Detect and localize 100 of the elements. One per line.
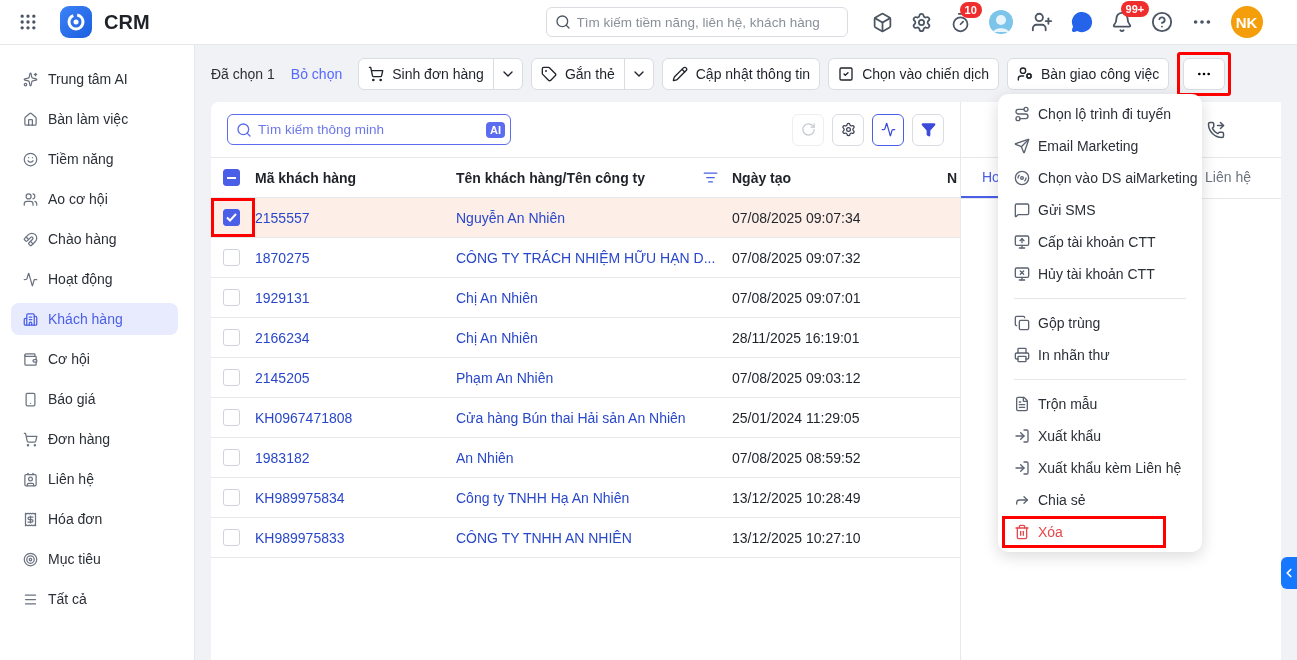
action-button[interactable]: Sinh đơn hàng — [358, 58, 523, 90]
row-checkbox[interactable] — [223, 209, 240, 226]
action-button[interactable]: Bàn giao công việc — [1007, 58, 1170, 90]
settings-button[interactable] — [832, 113, 864, 146]
magnet-icon — [23, 231, 38, 247]
customer-name-link[interactable]: Cửa hàng Bún thai Hải sản An Nhiên — [456, 409, 686, 426]
customer-name-link[interactable]: Phạm An Nhiên — [456, 369, 554, 386]
action-button[interactable]: Cập nhật thông tin — [661, 58, 821, 90]
customer-code-link[interactable]: 2145205 — [255, 369, 310, 386]
printer-icon — [1014, 347, 1030, 363]
filter-button[interactable] — [912, 113, 944, 146]
sidebar-item[interactable]: Tiềm năng — [11, 143, 178, 175]
sidebar-item[interactable]: Liên hệ — [11, 463, 178, 495]
menu-item[interactable]: Gửi SMS — [998, 194, 1202, 226]
chat-icon[interactable] — [1070, 11, 1093, 33]
menu-item[interactable]: Chia sẻ — [998, 484, 1202, 516]
sidebar-item[interactable]: Báo giá — [11, 383, 178, 415]
customer-name-link[interactable]: An Nhiên — [456, 449, 514, 466]
customer-code-link[interactable]: 2155557 — [255, 209, 310, 226]
notification-badge: 99+ — [1120, 1, 1150, 17]
table-row[interactable]: 2155557 Nguyễn An Nhiên 07/08/2025 09:07:34 — [211, 198, 960, 238]
action-button[interactable]: Gắn thẻ — [530, 58, 654, 90]
menu-item[interactable]: Xuất khẩu kèm Liên hệ — [998, 452, 1202, 484]
menu-item[interactable]: Gộp trùng — [998, 307, 1202, 339]
menu-item[interactable]: Chọn lộ trình đi tuyến — [998, 98, 1202, 130]
route-icon — [1014, 106, 1030, 122]
refresh-icon — [800, 122, 816, 137]
pulse-icon — [23, 271, 38, 287]
trash-icon — [1014, 524, 1030, 540]
created-date: 07/08/2025 09:07:01 — [732, 289, 861, 306]
customer-name-link[interactable]: CÔNG TY TRÁCH NHIỆM HỮU HẠN D... — [456, 249, 716, 266]
chat-icon — [1014, 202, 1030, 218]
selected-count: Đã chọn 1 — [211, 66, 275, 82]
menu-item[interactable]: Email Marketing — [998, 130, 1202, 162]
collapse-panel-button[interactable] — [1281, 557, 1297, 589]
menu-item[interactable]: Xuất khẩu — [998, 420, 1202, 452]
phone-forward-icon[interactable] — [1207, 120, 1225, 139]
customer-code-link[interactable]: 1929131 — [255, 289, 310, 306]
search-field[interactable]: Tìm kiếm tiềm năng, liên hệ, khách hàng — [545, 7, 848, 37]
import-icon — [1014, 428, 1030, 444]
created-date: 07/08/2025 09:07:32 — [732, 249, 861, 266]
customer-code-link[interactable]: 2166234 — [255, 329, 310, 346]
cart-icon — [368, 66, 385, 82]
customer-code-link[interactable]: KH989975834 — [255, 489, 345, 506]
settings-icon[interactable] — [910, 11, 932, 33]
menu-item[interactable]: Trộn mẫu — [998, 388, 1202, 420]
search-icon — [236, 121, 252, 138]
created-date: 07/08/2025 09:03:12 — [732, 369, 861, 386]
clear-selection-link[interactable]: Bỏ chọn — [290, 66, 343, 82]
home-icon — [23, 111, 38, 127]
sidebar-item[interactable]: Hoạt động — [11, 263, 178, 295]
activity-button[interactable] — [872, 113, 904, 146]
menu-item[interactable]: Chọn vào DS aiMarketing — [998, 162, 1202, 194]
help-icon[interactable] — [1150, 11, 1173, 33]
sidebar-item[interactable]: Đơn hàng — [11, 423, 178, 455]
paper-plane-icon — [1014, 138, 1030, 154]
customer-name-link[interactable]: CÔNG TY TNHH AN NHIÊN — [456, 529, 632, 546]
sidebar-item[interactable]: Khách hàng — [11, 303, 178, 335]
cart-icon — [23, 431, 38, 447]
sidebar-item[interactable]: Mục tiêu — [11, 543, 178, 575]
customer-name-link[interactable]: Công ty TNHH Hạ An Nhiên — [456, 489, 630, 506]
action-button[interactable]: Chọn vào chiến dịch — [828, 58, 1000, 90]
logo-icon — [60, 6, 92, 38]
customer-code-link[interactable]: 1870275 — [255, 249, 310, 266]
created-date: 13/12/2025 10:28:49 — [732, 489, 861, 506]
created-date: 13/12/2025 10:27:10 — [732, 529, 861, 546]
bell-icon[interactable] — [1110, 11, 1133, 33]
menu-item[interactable]: In nhãn thư — [998, 339, 1202, 371]
sidebar-item[interactable]: Hóa đơn — [11, 503, 178, 535]
count-badge: 10 — [959, 1, 982, 18]
customer-code-link[interactable]: 1983182 — [255, 449, 310, 466]
select-all-checkbox[interactable] — [223, 169, 240, 186]
customer-name-link[interactable]: Nguyễn An Nhiên — [456, 209, 565, 226]
created-date: 07/08/2025 08:59:52 — [732, 449, 861, 466]
filter-icon — [920, 122, 936, 137]
sidebar-item[interactable]: Chào hàng — [11, 223, 178, 255]
settings-icon — [840, 122, 856, 137]
customer-name-link[interactable]: Chị An Nhiên — [456, 329, 538, 346]
sidebar-item[interactable]: Ao cơ hội — [11, 183, 178, 215]
filter-icon[interactable] — [703, 170, 718, 185]
menu-item[interactable]: Cấp tài khoản CTT — [998, 226, 1202, 258]
pencil-icon — [671, 66, 688, 82]
checkbox-icon — [838, 66, 855, 82]
sidebar-item[interactable]: Tất cả — [11, 583, 178, 615]
menu-item[interactable]: Xóa — [1002, 516, 1166, 548]
tag-icon — [540, 66, 557, 82]
column-header: Ngày tạo — [732, 169, 792, 186]
menu-item[interactable]: Hủy tài khoản CTT — [998, 258, 1202, 290]
sidebar-item[interactable]: Trung tâm AI — [11, 63, 178, 95]
customer-code-link[interactable]: KH0967471808 — [255, 409, 353, 426]
created-date: 25/01/2024 11:29:05 — [732, 409, 860, 426]
apps-grid-icon[interactable] — [18, 12, 38, 32]
sidebar-item[interactable]: Bàn làm việc — [11, 103, 178, 135]
customer-code-link[interactable]: KH989975833 — [255, 529, 345, 546]
checkmark-icon — [226, 213, 237, 222]
created-date: 28/11/2025 16:19:01 — [732, 329, 860, 346]
customer-name-link[interactable]: Chị An Nhiên — [456, 289, 538, 306]
sidebar-item[interactable]: Cơ hội — [11, 343, 178, 375]
menu-icon — [23, 591, 38, 607]
add-user-icon[interactable] — [1030, 11, 1053, 33]
